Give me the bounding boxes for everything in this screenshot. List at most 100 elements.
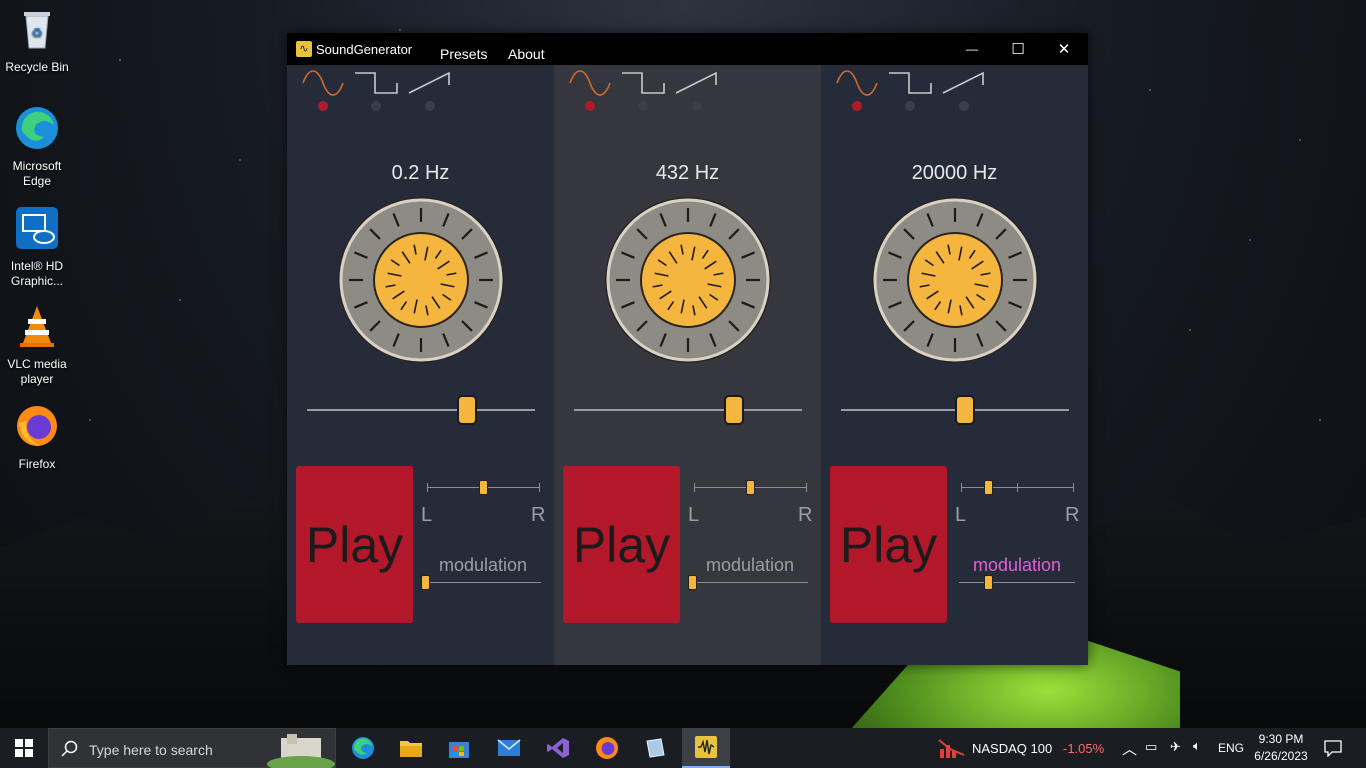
sawtooth-wave-icon[interactable] bbox=[941, 69, 987, 97]
pan-slider-thumb[interactable] bbox=[983, 480, 993, 495]
pan-left-label: L bbox=[421, 504, 433, 526]
frequency-knob[interactable] bbox=[336, 195, 506, 365]
desktop-icon-vlc[interactable]: VLC media player bbox=[2, 303, 72, 387]
desktop-icon-recycle-bin[interactable]: ♻ Recycle Bin bbox=[2, 6, 72, 75]
volume-icon[interactable]: 🔈︎ bbox=[1193, 738, 1201, 754]
taskbar-app-notes[interactable] bbox=[631, 728, 679, 768]
frequency-slider-track bbox=[307, 409, 535, 411]
taskbar-app-edge[interactable] bbox=[339, 728, 387, 768]
soundwave-app-icon: ∿ bbox=[296, 41, 312, 57]
frequency-slider-track bbox=[574, 409, 802, 411]
notification-center-icon[interactable] bbox=[1324, 739, 1342, 757]
clock[interactable]: 9:30 PM 6/26/2023 bbox=[1250, 732, 1312, 763]
modulation-slider-thumb[interactable] bbox=[688, 575, 697, 590]
modulation-slider[interactable] bbox=[959, 575, 1075, 595]
maximize-button[interactable]: ☐ bbox=[995, 33, 1041, 65]
pan-tick bbox=[427, 483, 428, 492]
widget-ticker-name[interactable]: NASDAQ 100 bbox=[972, 741, 1052, 756]
firefox-icon bbox=[596, 737, 618, 759]
edge-icon bbox=[16, 107, 58, 149]
clock-time: 9:30 PM bbox=[1258, 732, 1304, 746]
search-input[interactable] bbox=[87, 738, 261, 762]
frequency-slider-thumb[interactable] bbox=[955, 395, 976, 425]
taskbar-app-soundgenerator[interactable] bbox=[682, 728, 730, 768]
edge-icon bbox=[352, 737, 374, 759]
taskbar-app-visual-studio[interactable] bbox=[534, 728, 582, 768]
waveform-indicator-sawtooth bbox=[692, 101, 702, 111]
pan-slider-thumb[interactable] bbox=[478, 480, 488, 495]
search-highlight-image bbox=[267, 734, 335, 768]
waveform-indicator-sine bbox=[852, 101, 862, 111]
pan-slider[interactable]: L R bbox=[955, 475, 1079, 526]
channel-panel: 20000 Hz Play L R modulation bbox=[821, 65, 1088, 665]
sine-wave-icon[interactable] bbox=[568, 69, 612, 97]
pan-left-label: L bbox=[688, 504, 700, 526]
modulation-slider[interactable] bbox=[421, 575, 541, 595]
taskbar-search[interactable] bbox=[48, 728, 336, 768]
frequency-slider[interactable] bbox=[841, 395, 1069, 425]
modulation-slider-track bbox=[959, 582, 1075, 583]
stock-chart-icon bbox=[938, 739, 965, 758]
frequency-knob[interactable] bbox=[603, 195, 773, 365]
svg-text:♻: ♻ bbox=[31, 25, 43, 40]
square-wave-icon[interactable] bbox=[353, 69, 399, 97]
sawtooth-wave-icon[interactable] bbox=[407, 69, 453, 97]
frequency-slider-thumb[interactable] bbox=[723, 395, 744, 425]
square-wave-icon[interactable] bbox=[887, 69, 933, 97]
menu-presets[interactable]: Presets bbox=[440, 46, 487, 62]
widget-ticker-change: -1.05% bbox=[1063, 741, 1105, 756]
desktop-icon-label: Intel® HD Graphic... bbox=[10, 259, 64, 288]
title-bar[interactable]: ∿ SoundGenerator Presets About — ☐ ✕ bbox=[287, 33, 1088, 65]
frequency-slider-thumb[interactable] bbox=[456, 395, 477, 425]
taskbar-app-file-explorer[interactable] bbox=[387, 728, 435, 768]
pan-tick bbox=[1073, 483, 1074, 492]
frequency-slider[interactable] bbox=[574, 395, 802, 425]
modulation-slider-thumb[interactable] bbox=[983, 575, 993, 590]
square-wave-icon[interactable] bbox=[620, 69, 666, 97]
modulation-slider[interactable] bbox=[688, 575, 808, 595]
desktop-icon-intel-graphics[interactable]: Intel® HD Graphic... bbox=[2, 205, 72, 289]
sine-wave-icon[interactable] bbox=[301, 69, 345, 97]
modulation-slider-thumb[interactable] bbox=[421, 575, 430, 590]
modulation-label: modulation bbox=[972, 555, 1062, 575]
waveform-indicator-sine bbox=[318, 101, 328, 111]
frequency-slider[interactable] bbox=[307, 395, 535, 425]
pan-slider[interactable]: L R bbox=[421, 475, 545, 526]
taskbar-app-firefox[interactable] bbox=[583, 728, 631, 768]
desktop-icon-label: Recycle Bin bbox=[5, 60, 69, 74]
frequency-knob[interactable] bbox=[870, 195, 1040, 365]
modulation-label: modulation bbox=[705, 555, 795, 575]
menu-about[interactable]: About bbox=[508, 46, 545, 62]
pan-right-label: R bbox=[798, 504, 813, 526]
close-icon: ✕ bbox=[1057, 41, 1071, 58]
pan-right-label: R bbox=[531, 504, 546, 526]
minimize-button[interactable]: — bbox=[949, 33, 995, 65]
desktop-icon-label: VLC media player bbox=[7, 357, 67, 386]
pan-tick bbox=[806, 483, 807, 492]
waveform-indicator-sawtooth bbox=[425, 101, 435, 111]
sine-wave-icon[interactable] bbox=[835, 69, 879, 97]
desktop-icon-edge[interactable]: Microsoft Edge bbox=[2, 105, 72, 189]
folder-icon bbox=[400, 741, 422, 757]
pan-slider-thumb[interactable] bbox=[745, 480, 755, 495]
pan-tick bbox=[694, 483, 695, 492]
sawtooth-wave-icon[interactable] bbox=[674, 69, 720, 97]
frequency-readout: 432 Hz bbox=[655, 162, 720, 184]
show-hidden-icons-chevron-up-icon[interactable]: ︿ bbox=[1122, 738, 1137, 759]
play-button[interactable]: Play bbox=[830, 466, 947, 623]
taskbar-app-store[interactable] bbox=[435, 728, 483, 768]
battery-icon[interactable]: ▭ bbox=[1145, 739, 1157, 755]
play-button[interactable]: Play bbox=[296, 466, 413, 623]
close-button[interactable]: ✕ bbox=[1041, 33, 1087, 65]
waveform-indicator-square bbox=[638, 101, 648, 111]
maximize-icon: ☐ bbox=[1011, 41, 1025, 58]
desktop-icon-firefox[interactable]: Firefox bbox=[2, 403, 72, 472]
pan-slider[interactable]: L R bbox=[688, 475, 812, 526]
pan-tick bbox=[539, 483, 540, 492]
play-button[interactable]: Play bbox=[563, 466, 680, 623]
taskbar-app-mail[interactable] bbox=[485, 728, 533, 768]
taskbar: NASDAQ 100 -1.05% ︿ ▭ ✈ 🔈︎ ENG 9:30 PM 6… bbox=[0, 728, 1366, 768]
airplane-mode-icon[interactable]: ✈ bbox=[1170, 739, 1181, 755]
language-indicator[interactable]: ENG bbox=[1218, 741, 1244, 755]
start-button[interactable] bbox=[0, 728, 48, 768]
